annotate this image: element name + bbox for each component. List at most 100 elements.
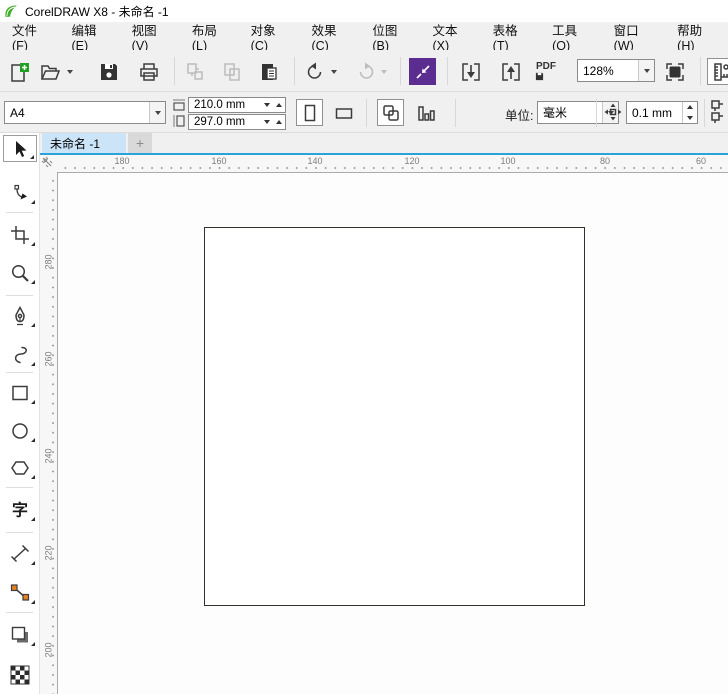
open-button[interactable] xyxy=(36,58,63,85)
rectangle-tool-icon xyxy=(10,383,30,403)
save-icon xyxy=(98,61,120,83)
redo-dropdown[interactable] xyxy=(377,58,390,85)
drop-shadow-tool-icon xyxy=(10,625,30,645)
undo-dropdown[interactable] xyxy=(327,58,340,85)
h-ruler-label: 120 xyxy=(404,156,419,166)
pdf-save-icon xyxy=(535,72,544,81)
document-tabbar: 未命名 -1 + xyxy=(40,133,728,155)
open-folder-icon xyxy=(39,61,61,83)
copy-icon xyxy=(221,61,243,83)
page-size-value: A4 xyxy=(5,106,149,120)
coreldraw-window: CorelDRAW X8 - 未命名 -1 文件(F) 编辑(E) 视图(V) … xyxy=(0,0,728,694)
h-ruler-label: 160 xyxy=(211,156,226,166)
rectangle-tool[interactable] xyxy=(3,379,37,406)
page-size-dropdown[interactable] xyxy=(149,102,165,123)
svg-text:字: 字 xyxy=(12,500,28,519)
crop-tool[interactable] xyxy=(3,221,37,248)
zoom-level-combobox[interactable]: 128% xyxy=(577,59,655,82)
page-height-field[interactable]: 297.0 mm xyxy=(188,114,286,130)
nudge-spinner[interactable] xyxy=(682,102,697,123)
page-height-spin-down[interactable] xyxy=(261,120,273,124)
page-width-spin-down[interactable] xyxy=(261,103,273,107)
paste-icon xyxy=(258,61,280,83)
redo-button[interactable] xyxy=(352,58,379,85)
print-icon xyxy=(138,61,160,83)
landscape-button[interactable] xyxy=(330,99,357,126)
paste-button[interactable] xyxy=(255,58,282,85)
portrait-button[interactable] xyxy=(296,99,323,126)
cut-icon xyxy=(184,61,206,83)
page-size-combobox[interactable]: A4 xyxy=(4,101,166,124)
new-tab-button[interactable]: + xyxy=(128,133,152,153)
export-icon xyxy=(500,61,522,83)
connector-tool[interactable] xyxy=(3,579,37,606)
document-tab[interactable]: 未命名 -1 xyxy=(42,133,126,153)
freehand-tool[interactable] xyxy=(3,341,37,368)
polygon-tool[interactable] xyxy=(3,454,37,481)
shape-tool-icon xyxy=(10,183,30,203)
v-ruler-label: 280 xyxy=(44,254,54,271)
show-rulers-button[interactable] xyxy=(707,58,728,85)
redo-icon xyxy=(355,61,377,83)
new-document-button[interactable] xyxy=(5,58,32,85)
open-dropdown[interactable] xyxy=(63,58,76,85)
drop-shadow-tool[interactable] xyxy=(3,621,37,648)
nudge-distance-value: 0.1 mm xyxy=(627,106,682,120)
launcher-button[interactable] xyxy=(409,58,436,85)
copy-button[interactable] xyxy=(218,58,245,85)
units-value: 毫米 xyxy=(538,104,602,121)
v-ruler-label: 220 xyxy=(44,545,54,562)
zoom-tool[interactable] xyxy=(3,259,37,286)
dimension-tool-icon xyxy=(10,544,30,564)
pattern-fill-icon xyxy=(10,665,30,685)
horizontal-ruler[interactable]: 180 160 140 120 100 80 60 xyxy=(57,155,728,172)
dimension-tool[interactable] xyxy=(3,540,37,567)
undo-button[interactable] xyxy=(301,58,328,85)
all-pages-button[interactable] xyxy=(377,99,404,126)
ellipse-tool-icon xyxy=(10,421,30,441)
pick-tool[interactable] xyxy=(3,135,37,162)
ellipse-tool[interactable] xyxy=(3,417,37,444)
text-tool[interactable]: 字 xyxy=(3,496,37,523)
nudge-distance-icon xyxy=(604,103,622,121)
zoom-level-dropdown[interactable] xyxy=(638,60,654,81)
document-tab-label: 未命名 -1 xyxy=(50,135,100,152)
landscape-icon xyxy=(334,103,354,123)
nudge-distance-field[interactable]: 0.1 mm xyxy=(626,101,698,124)
print-button[interactable] xyxy=(135,58,162,85)
standard-toolbar: PDF 128% xyxy=(0,50,728,92)
v-ruler-label: 240 xyxy=(44,448,54,465)
publish-pdf-button[interactable]: PDF xyxy=(530,58,562,85)
import-button[interactable] xyxy=(457,58,484,85)
polygon-tool-icon xyxy=(10,458,30,478)
page-width-field[interactable]: 210.0 mm xyxy=(188,97,286,113)
save-button[interactable] xyxy=(95,58,122,85)
property-bar: A4 210.0 mm 297.0 mm xyxy=(0,92,728,133)
v-ruler-label: 260 xyxy=(44,351,54,368)
page-height-icon xyxy=(172,114,186,128)
fullscreen-preview-icon xyxy=(664,61,686,83)
ruler-origin-corner[interactable] xyxy=(40,155,57,172)
vertical-ruler[interactable]: 280 260 240 220 200 xyxy=(40,172,57,694)
shape-tool[interactable] xyxy=(3,179,37,206)
zoom-tool-icon xyxy=(10,263,30,283)
document-page[interactable] xyxy=(204,227,585,606)
cut-button[interactable] xyxy=(181,58,208,85)
h-ruler-label: 140 xyxy=(307,156,322,166)
export-button[interactable] xyxy=(497,58,524,85)
fullscreen-preview-button[interactable] xyxy=(661,58,688,85)
ruler-origin-icon xyxy=(40,155,57,172)
new-tab-label: + xyxy=(136,135,144,151)
drawing-canvas[interactable] xyxy=(57,172,728,694)
page-height-spin-up[interactable] xyxy=(273,120,285,124)
units-label: 单位: xyxy=(505,105,533,124)
current-page-button[interactable] xyxy=(412,99,439,126)
all-pages-icon xyxy=(381,103,401,123)
pattern-fill-tool[interactable] xyxy=(3,661,37,688)
h-ruler-label: 80 xyxy=(600,156,610,166)
page-bars-icon xyxy=(416,103,436,123)
page-width-spin-up[interactable] xyxy=(273,103,285,107)
undo-icon xyxy=(304,61,326,83)
pen-tool[interactable] xyxy=(3,302,37,329)
import-icon xyxy=(460,61,482,83)
